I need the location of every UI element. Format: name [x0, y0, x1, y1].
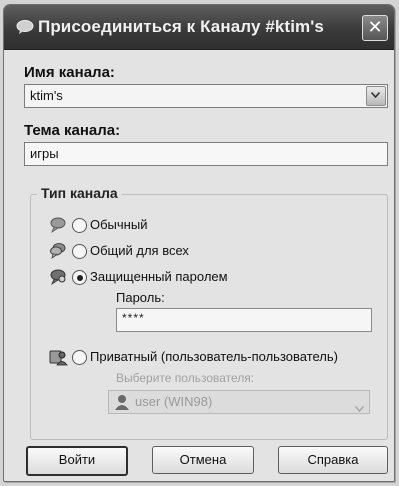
- radio-option-password[interactable]: Защищенный паролем: [48, 268, 288, 288]
- radio-normal[interactable]: [72, 218, 87, 233]
- radio-option-private[interactable]: Приватный (пользователь-пользователь): [48, 348, 378, 368]
- cancel-button[interactable]: Отмена: [152, 446, 254, 474]
- channel-name-value: ktim's: [30, 88, 63, 103]
- radio-option-public[interactable]: Общий для всех: [48, 242, 248, 262]
- shared-chat-icon: [48, 242, 68, 260]
- password-label: Пароль:: [116, 290, 165, 305]
- title-bar[interactable]: Присоединиться к Каналу #ktim's ✕: [4, 5, 394, 50]
- password-value: ****: [122, 311, 145, 325]
- help-button[interactable]: Справка: [278, 446, 388, 474]
- radio-normal-label: Обычный: [90, 217, 148, 232]
- chat-app-icon: [16, 19, 34, 35]
- user-select[interactable]: user (WIN98): [108, 390, 370, 414]
- radio-password-label: Защищенный паролем: [90, 269, 228, 284]
- radio-public[interactable]: [72, 244, 87, 259]
- channel-topic-label: Тема канала:: [24, 122, 121, 139]
- close-icon: ✕: [367, 17, 383, 38]
- chevron-down-icon[interactable]: [354, 399, 365, 417]
- radio-public-label: Общий для всех: [90, 243, 189, 258]
- join-channel-dialog: Присоединиться к Каналу #ktim's ✕ Имя ка…: [3, 4, 395, 482]
- channel-topic-input[interactable]: игры: [24, 142, 388, 166]
- protected-chat-icon: [48, 268, 68, 286]
- radio-option-normal[interactable]: Обычный: [48, 216, 248, 236]
- select-user-label: Выберите пользователя:: [116, 371, 255, 385]
- channel-type-legend: Тип канала: [37, 185, 122, 201]
- channel-topic-value: игры: [30, 146, 59, 161]
- radio-private[interactable]: [72, 350, 87, 365]
- radio-password[interactable]: [72, 270, 87, 285]
- channel-name-select[interactable]: ktim's: [24, 84, 388, 108]
- private-chat-icon: [48, 348, 68, 366]
- join-button[interactable]: Войти: [26, 446, 128, 476]
- chevron-down-icon[interactable]: [366, 86, 386, 106]
- user-select-value: user (WIN98): [135, 394, 213, 409]
- user-icon: [115, 394, 129, 410]
- window-title: Присоединиться к Каналу #ktim's: [38, 17, 324, 36]
- close-button[interactable]: ✕: [362, 15, 388, 41]
- channel-name-label: Имя канала:: [24, 64, 115, 81]
- password-input[interactable]: ****: [116, 308, 372, 332]
- chat-bubble-icon: [48, 216, 68, 234]
- radio-private-label: Приватный (пользователь-пользователь): [90, 349, 338, 364]
